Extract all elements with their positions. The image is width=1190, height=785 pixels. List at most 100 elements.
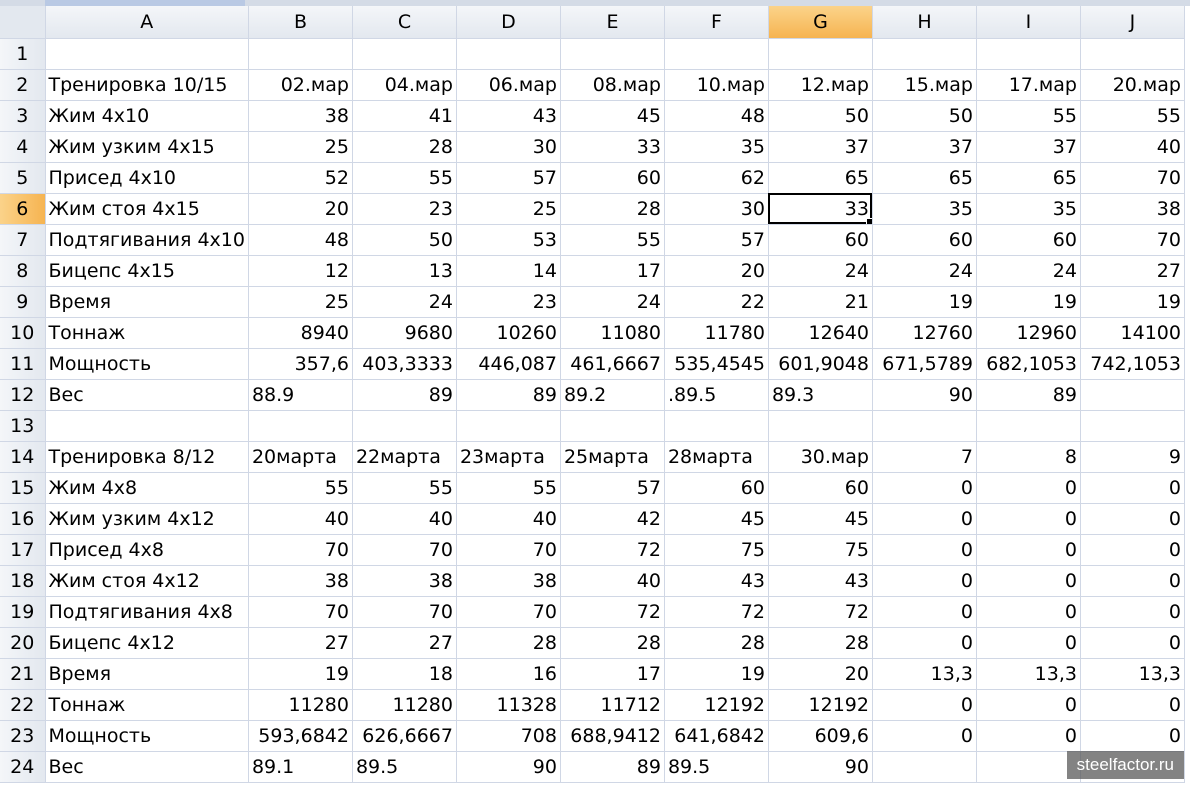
cell-i14[interactable]: 8 xyxy=(976,441,1081,473)
cell-g10[interactable]: 12640 xyxy=(768,317,873,349)
cell-d8[interactable]: 14 xyxy=(456,255,561,287)
cell-j11[interactable]: 742,1053 xyxy=(1080,348,1185,380)
cell-i8[interactable]: 24 xyxy=(976,255,1081,287)
cell-c23[interactable]: 626,6667 xyxy=(352,720,457,752)
cell-g8[interactable]: 24 xyxy=(768,255,873,287)
cell-g12[interactable]: 89.3 xyxy=(768,379,873,411)
cell-d12[interactable]: 89 xyxy=(456,379,561,411)
cell-g15[interactable]: 60 xyxy=(768,472,873,504)
cell-i4[interactable]: 37 xyxy=(976,131,1081,163)
cell-b13[interactable] xyxy=(248,410,353,442)
cell-h1[interactable] xyxy=(872,38,977,70)
cell-e22[interactable]: 11712 xyxy=(560,689,665,721)
cell-a16[interactable]: Жим узким 4х12 xyxy=(45,503,249,535)
cell-e9[interactable]: 24 xyxy=(560,286,665,318)
row-header-23[interactable]: 23 xyxy=(0,720,46,752)
cell-d3[interactable]: 43 xyxy=(456,100,561,132)
cell-h23[interactable]: 0 xyxy=(872,720,977,752)
cell-i21[interactable]: 13,3 xyxy=(976,658,1081,690)
cell-i23[interactable]: 0 xyxy=(976,720,1081,752)
cell-a8[interactable]: Бицепс 4х15 xyxy=(45,255,249,287)
cell-b19[interactable]: 70 xyxy=(248,596,353,628)
cell-h8[interactable]: 24 xyxy=(872,255,977,287)
cell-b20[interactable]: 27 xyxy=(248,627,353,659)
cell-d20[interactable]: 28 xyxy=(456,627,561,659)
cell-j21[interactable]: 13,3 xyxy=(1080,658,1185,690)
cell-c18[interactable]: 38 xyxy=(352,565,457,597)
cell-b3[interactable]: 38 xyxy=(248,100,353,132)
cell-a17[interactable]: Присед 4х8 xyxy=(45,534,249,566)
cell-e7[interactable]: 55 xyxy=(560,224,665,256)
cell-c1[interactable] xyxy=(352,38,457,70)
cell-a10[interactable]: Тоннаж xyxy=(45,317,249,349)
cell-h18[interactable]: 0 xyxy=(872,565,977,597)
cell-b1[interactable] xyxy=(248,38,353,70)
cell-b23[interactable]: 593,6842 xyxy=(248,720,353,752)
cell-h10[interactable]: 12760 xyxy=(872,317,977,349)
cell-e20[interactable]: 28 xyxy=(560,627,665,659)
cell-a11[interactable]: Мощность xyxy=(45,348,249,380)
cell-i6[interactable]: 35 xyxy=(976,193,1081,225)
cell-e11[interactable]: 461,6667 xyxy=(560,348,665,380)
row-header-13[interactable]: 13 xyxy=(0,410,46,442)
cell-j16[interactable]: 0 xyxy=(1080,503,1185,535)
cell-i18[interactable]: 0 xyxy=(976,565,1081,597)
cell-e2[interactable]: 08.мар xyxy=(560,69,665,101)
cell-g1[interactable] xyxy=(768,38,873,70)
cell-b9[interactable]: 25 xyxy=(248,286,353,318)
cell-e21[interactable]: 17 xyxy=(560,658,665,690)
cell-d6[interactable]: 25 xyxy=(456,193,561,225)
cell-f6[interactable]: 30 xyxy=(664,193,769,225)
row-header-21[interactable]: 21 xyxy=(0,658,46,690)
cell-i16[interactable]: 0 xyxy=(976,503,1081,535)
cell-c5[interactable]: 55 xyxy=(352,162,457,194)
cell-d7[interactable]: 53 xyxy=(456,224,561,256)
cell-f5[interactable]: 62 xyxy=(664,162,769,194)
column-header-d[interactable]: D xyxy=(456,6,561,39)
cell-b10[interactable]: 8940 xyxy=(248,317,353,349)
cell-i17[interactable]: 0 xyxy=(976,534,1081,566)
row-header-15[interactable]: 15 xyxy=(0,472,46,504)
cell-e13[interactable] xyxy=(560,410,665,442)
cell-h6[interactable]: 35 xyxy=(872,193,977,225)
cell-j9[interactable]: 19 xyxy=(1080,286,1185,318)
cell-b21[interactable]: 19 xyxy=(248,658,353,690)
cell-c24[interactable]: 89.5 xyxy=(352,751,457,783)
cell-a21[interactable]: Время xyxy=(45,658,249,690)
cell-a1[interactable] xyxy=(45,38,249,70)
cell-e19[interactable]: 72 xyxy=(560,596,665,628)
cell-e24[interactable]: 89 xyxy=(560,751,665,783)
row-header-16[interactable]: 16 xyxy=(0,503,46,535)
cell-c12[interactable]: 89 xyxy=(352,379,457,411)
cell-e3[interactable]: 45 xyxy=(560,100,665,132)
row-header-3[interactable]: 3 xyxy=(0,100,46,132)
cell-c6[interactable]: 23 xyxy=(352,193,457,225)
cell-c3[interactable]: 41 xyxy=(352,100,457,132)
cell-g3[interactable]: 50 xyxy=(768,100,873,132)
row-header-1[interactable]: 1 xyxy=(0,38,46,70)
cell-e14[interactable]: 25марта xyxy=(560,441,665,473)
row-header-10[interactable]: 10 xyxy=(0,317,46,349)
cell-i19[interactable]: 0 xyxy=(976,596,1081,628)
cell-d14[interactable]: 23марта xyxy=(456,441,561,473)
row-header-2[interactable]: 2 xyxy=(0,69,46,101)
cell-f13[interactable] xyxy=(664,410,769,442)
cell-e4[interactable]: 33 xyxy=(560,131,665,163)
cell-j6[interactable]: 38 xyxy=(1080,193,1185,225)
cell-a9[interactable]: Время xyxy=(45,286,249,318)
cell-a7[interactable]: Подтягивания 4х10 xyxy=(45,224,249,256)
cell-e10[interactable]: 11080 xyxy=(560,317,665,349)
cell-a6[interactable]: Жим стоя 4х15 xyxy=(45,193,249,225)
cell-h3[interactable]: 50 xyxy=(872,100,977,132)
cell-g18[interactable]: 43 xyxy=(768,565,873,597)
cell-h13[interactable] xyxy=(872,410,977,442)
cell-g23[interactable]: 609,6 xyxy=(768,720,873,752)
cell-h12[interactable]: 90 xyxy=(872,379,977,411)
cell-c19[interactable]: 70 xyxy=(352,596,457,628)
cell-e23[interactable]: 688,9412 xyxy=(560,720,665,752)
cell-d2[interactable]: 06.мар xyxy=(456,69,561,101)
cell-j15[interactable]: 0 xyxy=(1080,472,1185,504)
cell-d23[interactable]: 708 xyxy=(456,720,561,752)
cell-g24[interactable]: 90 xyxy=(768,751,873,783)
row-header-5[interactable]: 5 xyxy=(0,162,46,194)
